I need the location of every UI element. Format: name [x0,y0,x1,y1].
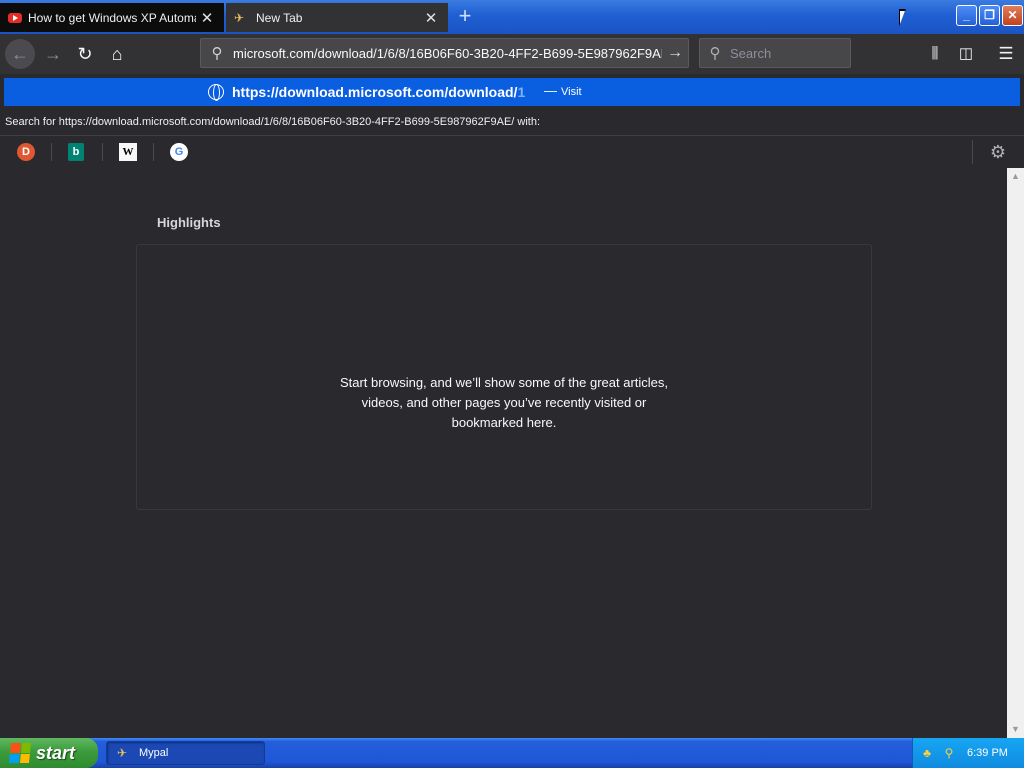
mouse-cursor-icon [899,9,906,26]
back-button[interactable]: ← [5,39,35,69]
highlights-empty-message: Start browsing, and we’ll show some of t… [339,375,669,430]
navigation-toolbar: ← → ↻ ⌂ ⚲ → ⚲ ⫼ ◫ ☰ [0,34,1024,74]
library-icon[interactable]: ⫼ [922,41,948,67]
search-icon: ⚲ [211,45,223,62]
windows-taskbar: start ✈ Mypal ♣ ⚲ 6:39 PM [0,738,1024,768]
tab-title: How to get Windows XP Automatic [28,10,196,25]
scroll-up-icon[interactable]: ▲ [1007,168,1024,185]
tab-strip: How to get Windows XP Automatic ✕ ✈ New … [0,0,1024,34]
search-input[interactable] [730,45,850,61]
engine-divider [102,143,103,161]
new-tab-button[interactable]: + [452,4,478,30]
autocomplete-url: https://download.microsoft.com/download/… [232,84,526,100]
gear-icon[interactable]: ⚙ [987,141,1009,163]
start-label: start [36,742,76,763]
go-arrow-icon[interactable]: → [662,44,688,62]
autocomplete-url-tail: 1 [517,84,526,100]
globe-icon [208,84,224,101]
autocomplete-separator: — [544,83,557,98]
taskbar-item-mypal[interactable]: ✈ Mypal [106,741,265,765]
home-button[interactable]: ⌂ [102,39,132,69]
minimize-button[interactable]: _ [956,5,977,26]
vertical-scrollbar[interactable]: ▲ ▼ [1007,168,1024,738]
search-box[interactable]: ⚲ [699,38,851,68]
google-icon[interactable]: G [170,143,188,161]
scroll-down-icon[interactable]: ▼ [1007,721,1024,738]
bing-icon[interactable]: b [68,143,84,161]
engine-divider [153,143,154,161]
system-tray: ♣ ⚲ 6:39 PM [912,738,1024,768]
network-icon[interactable]: ♣ [919,745,935,761]
taskbar-item-label: Mypal [139,747,169,759]
forward-button[interactable]: → [38,39,68,69]
autocomplete-visit-action: Visit [561,86,582,98]
search-engine-bar: D b W G ⚙ [0,135,1024,168]
engine-divider [51,143,52,161]
highlights-heading: Highlights [157,215,221,230]
tab-new-tab[interactable]: ✈ New Tab ✕ [226,3,448,32]
tab-youtube[interactable]: How to get Windows XP Automatic ✕ [0,3,224,32]
duckduckgo-icon[interactable]: D [17,143,35,161]
search-icon: ⚲ [709,45,721,62]
highlights-section: Start browsing, and we’ll show some of t… [136,244,872,510]
reload-button[interactable]: ↻ [70,39,100,69]
engine-divider [972,140,973,164]
start-button[interactable]: start [0,738,98,768]
close-tab-icon[interactable]: ✕ [420,9,442,27]
restore-button[interactable]: ❐ [979,5,1000,26]
windows-logo-icon [8,743,32,763]
autocomplete-visit-row[interactable]: https://download.microsoft.com/download/… [4,78,1020,106]
mypal-icon: ✈ [117,746,128,760]
url-autocomplete-popup: https://download.microsoft.com/download/… [0,74,1024,168]
clock[interactable]: 6:39 PM [967,747,1008,759]
close-tab-icon[interactable]: ✕ [196,9,218,27]
mypal-icon: ✈ [234,10,245,25]
url-bar[interactable]: ⚲ → [200,38,689,68]
hamburger-menu-icon[interactable]: ☰ [993,41,1019,67]
youtube-icon [8,12,22,23]
search-tray-icon[interactable]: ⚲ [941,745,957,761]
wikipedia-icon[interactable]: W [119,143,137,161]
url-input[interactable] [233,45,662,61]
sidebar-icon[interactable]: ◫ [953,41,979,67]
tab-title: New Tab [256,10,303,25]
close-window-button[interactable]: ✕ [1002,5,1023,26]
new-tab-page: Highlights Start browsing, and we’ll sho… [0,168,1024,738]
search-with-label: Search for https://download.microsoft.co… [5,116,541,128]
